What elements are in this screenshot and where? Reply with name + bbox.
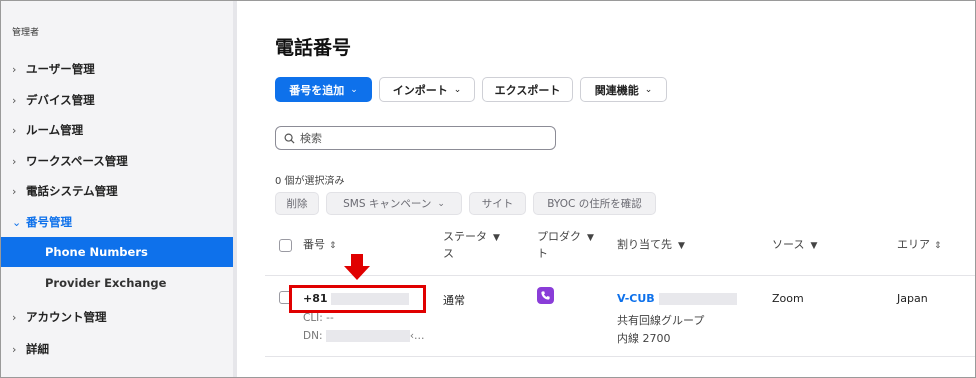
assigned-extension: 内線 2700 — [617, 332, 671, 345]
assigned-group: 共有回線グループ — [617, 314, 705, 327]
sidebar-header: 管理者 — [12, 28, 40, 38]
search-icon — [284, 133, 295, 144]
select-all-checkbox[interactable] — [279, 239, 292, 252]
page-title: 電話番号 — [275, 37, 352, 59]
sidebar-item-label: 電話システム管理 — [26, 184, 118, 198]
area-cell: Japan — [897, 292, 928, 305]
column-header-status[interactable]: ステータ ▼ ス — [443, 229, 500, 261]
sidebar-subitem-provider-exchange[interactable]: Provider Exchange — [1, 268, 233, 298]
sidebar-scrollbar[interactable] — [233, 1, 237, 377]
column-header-label: 番号 — [303, 238, 325, 251]
redacted-block — [658, 293, 737, 305]
sort-icon[interactable]: ⇕ — [329, 241, 337, 251]
sidebar-item-label: 番号管理 — [26, 215, 72, 229]
column-header-label-wrap: ト — [537, 247, 548, 260]
column-header-area[interactable]: エリア ⇕ — [897, 237, 942, 254]
delete-label: 削除 — [286, 198, 308, 210]
delete-button[interactable]: 削除 — [275, 192, 319, 215]
chevron-down-icon: ⌄ — [12, 215, 22, 229]
add-number-button[interactable]: 番号を追加 ⌄ — [275, 77, 372, 102]
export-label: エクスポート — [494, 83, 561, 97]
sms-campaign-button[interactable]: SMS キャンペーン ⌄ — [326, 192, 462, 215]
column-header-label: ステータ — [443, 230, 487, 243]
column-header-label: プロダク — [537, 230, 581, 243]
sidebar-item-label: ユーザー管理 — [26, 62, 95, 76]
sidebar-item-label: ワークスペース管理 — [26, 154, 128, 168]
phone-icon — [537, 287, 554, 304]
column-header-number[interactable]: 番号 ⇕ — [303, 237, 337, 254]
sidebar-item-label: アカウント管理 — [26, 310, 107, 324]
search-placeholder: 検索 — [300, 132, 322, 145]
chevron-right-icon: › — [12, 184, 17, 198]
chevron-down-icon: ⌄ — [350, 84, 358, 95]
chevron-right-icon: › — [12, 154, 17, 168]
filter-icon[interactable]: ▼ — [587, 233, 594, 243]
source-cell: Zoom — [772, 292, 804, 305]
related-features-label: 関連機能 — [594, 83, 639, 97]
import-button[interactable]: インポート ⌄ — [379, 77, 475, 102]
dn-prefix: DN: — [303, 330, 323, 342]
dn-value: DN: ‹… — [303, 330, 425, 342]
table-divider — [265, 356, 975, 357]
sidebar-item-label: ルーム管理 — [26, 123, 84, 137]
redacted-block — [325, 330, 410, 342]
sidebar-item-number-management[interactable]: ⌄ 番号管理 — [12, 209, 72, 235]
dn-suffix: ‹… — [409, 330, 425, 342]
sidebar-item-label: 詳細 — [26, 342, 49, 356]
filter-icon[interactable]: ▼ — [493, 233, 500, 243]
assigned-link[interactable]: V-CUB — [617, 292, 737, 305]
column-header-label: ソース — [772, 238, 805, 251]
filter-icon[interactable]: ▼ — [810, 241, 817, 251]
sidebar-item-advanced[interactable]: › 詳細 — [12, 336, 49, 362]
search-input[interactable]: 検索 — [275, 126, 556, 150]
column-header-source[interactable]: ソース ▼ — [772, 237, 817, 254]
chevron-right-icon: › — [12, 123, 17, 137]
byoc-label: BYOC の住所を確認 — [547, 198, 642, 210]
chevron-right-icon: › — [12, 62, 17, 76]
column-header-product[interactable]: プロダク ▼ ト — [537, 229, 594, 261]
chevron-right-icon: › — [12, 342, 17, 356]
selected-count: 0 個が選択済み — [275, 176, 345, 187]
sidebar-item-devices[interactable]: › デバイス管理 — [12, 87, 95, 113]
assigned-name: V-CUB — [617, 292, 655, 305]
column-header-label-wrap: ス — [443, 247, 454, 260]
chevron-right-icon: › — [12, 93, 17, 107]
sidebar-item-phone-system[interactable]: › 電話システム管理 — [12, 178, 118, 204]
site-button[interactable]: サイト — [469, 192, 526, 215]
sidebar-item-workspaces[interactable]: › ワークスペース管理 — [12, 148, 128, 174]
related-features-button[interactable]: 関連機能 ⌄ — [580, 77, 667, 102]
chevron-down-icon: ⌄ — [644, 84, 653, 95]
chevron-down-icon: ⌄ — [437, 198, 445, 209]
annotation-arrow-head — [344, 266, 370, 280]
column-header-assigned[interactable]: 割り当て先 ▼ — [617, 237, 685, 254]
export-button[interactable]: エクスポート — [482, 77, 573, 102]
sidebar-subitem-phone-numbers[interactable]: Phone Numbers — [1, 237, 233, 267]
sidebar-item-account-management[interactable]: › アカウント管理 — [12, 304, 107, 330]
sidebar-item-users[interactable]: › ユーザー管理 — [12, 56, 95, 82]
column-header-label: 割り当て先 — [617, 238, 672, 251]
import-label: インポート — [392, 83, 448, 97]
add-number-label: 番号を追加 — [289, 83, 345, 97]
table-divider — [265, 275, 975, 276]
chevron-right-icon: › — [12, 310, 17, 324]
annotation-highlight-box — [289, 285, 426, 313]
column-header-label: エリア — [897, 238, 930, 251]
site-label: サイト — [481, 198, 514, 210]
chevron-down-icon: ⌄ — [453, 84, 462, 95]
filter-icon[interactable]: ▼ — [678, 241, 685, 251]
sms-campaign-label: SMS キャンペーン — [343, 198, 432, 210]
cli-value: CLI: -- — [303, 312, 334, 324]
byoc-address-button[interactable]: BYOC の住所を確認 — [533, 192, 656, 215]
sidebar-item-label: デバイス管理 — [26, 93, 95, 107]
sort-icon[interactable]: ⇕ — [934, 241, 942, 251]
status-cell: 通常 — [443, 294, 465, 307]
sidebar-item-rooms[interactable]: › ルーム管理 — [12, 117, 83, 143]
